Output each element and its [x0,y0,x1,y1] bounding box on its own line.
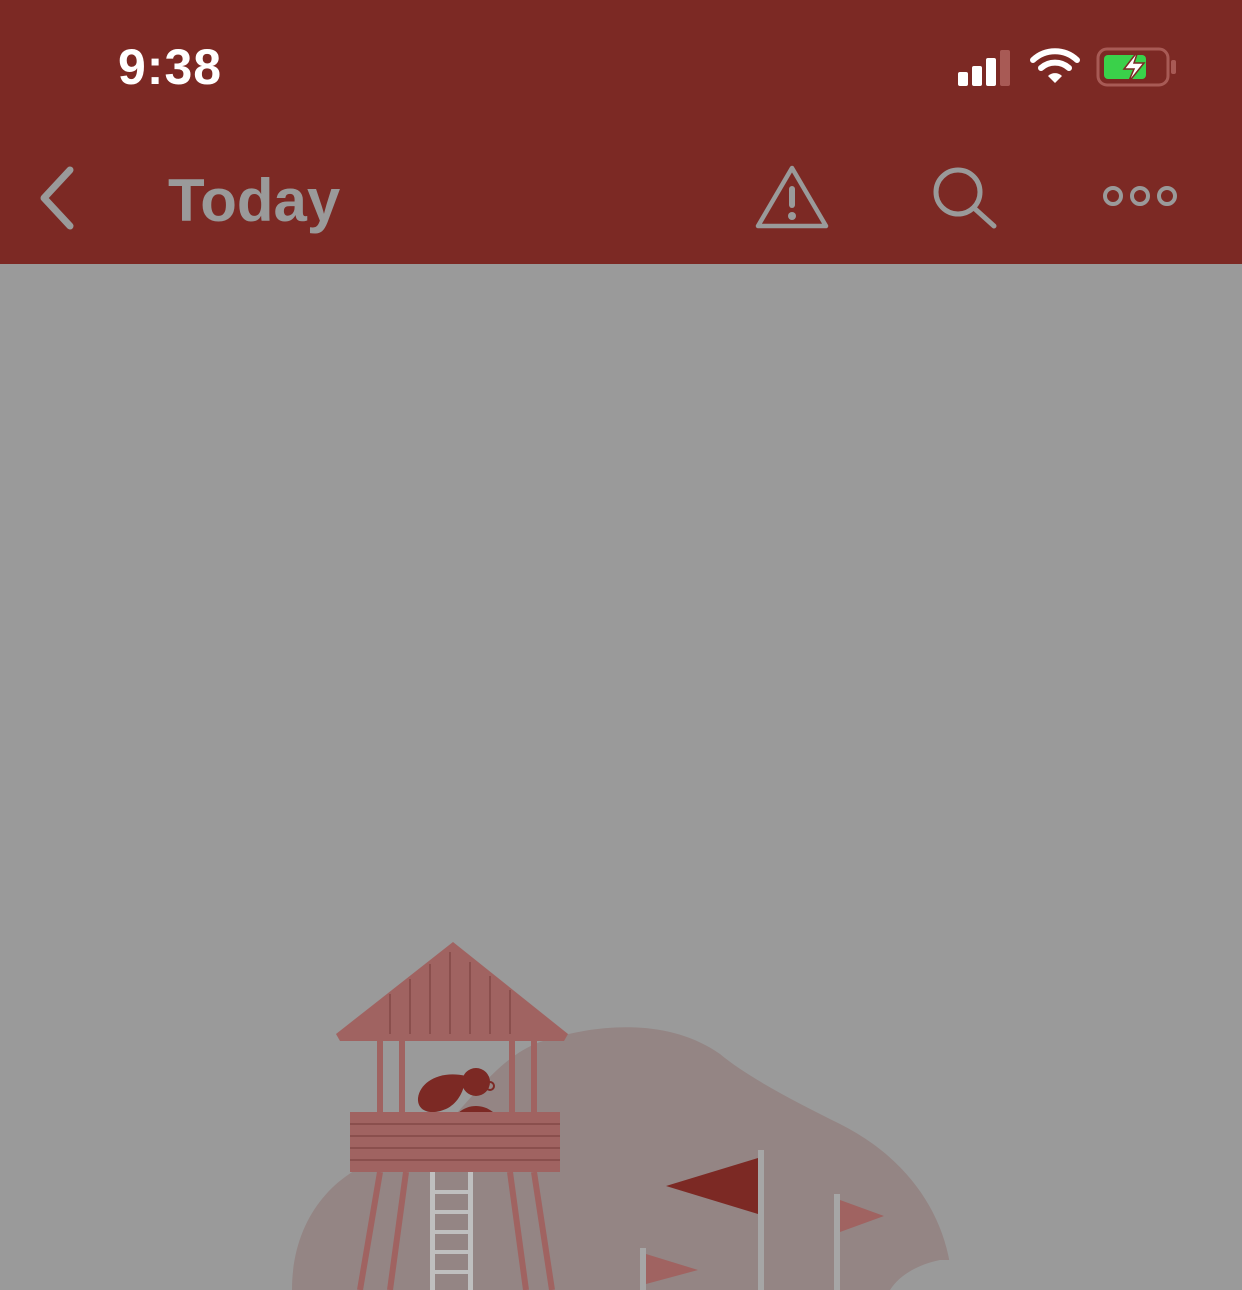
page-title: Today [168,167,341,234]
lookout-tower-illustration [292,942,960,1290]
more-icon[interactable] [1100,180,1180,212]
wifi-icon [1030,48,1080,83]
battery-charging-icon [1096,47,1176,87]
status-time: 9:38 [118,39,223,95]
warning-icon[interactable] [754,162,830,232]
navigation-bar: Today [0,130,1242,264]
search-icon[interactable] [930,164,1000,230]
cellular-signal-icon [958,50,1010,86]
content-area [0,264,1242,1290]
status-bar: 9:38 [0,0,1242,130]
chevron-left-icon[interactable] [30,162,90,234]
